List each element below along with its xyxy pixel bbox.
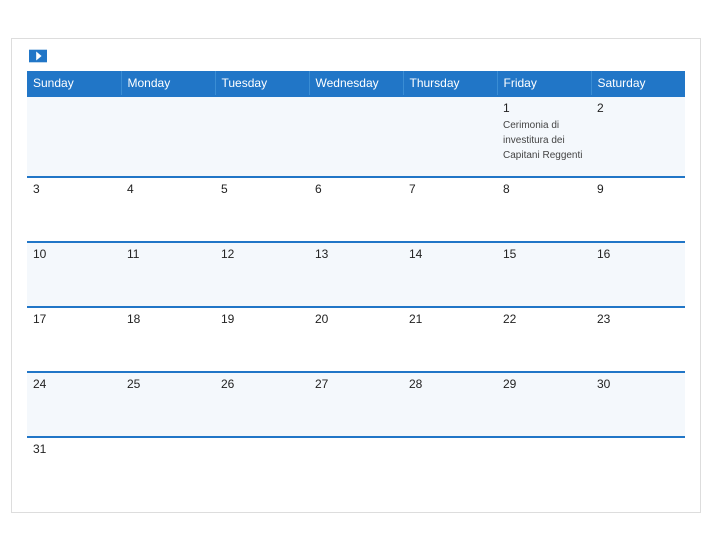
- day-number: 28: [409, 377, 491, 391]
- calendar-cell: 29: [497, 372, 591, 437]
- day-number: 21: [409, 312, 491, 326]
- day-number: 7: [409, 182, 491, 196]
- day-number: 16: [597, 247, 679, 261]
- day-number: 2: [597, 101, 679, 115]
- day-number: 17: [33, 312, 115, 326]
- day-number: 11: [127, 247, 209, 261]
- day-number: 24: [33, 377, 115, 391]
- day-number: 3: [33, 182, 115, 196]
- week-row-2: 10 11 12 13 14 15 16: [27, 242, 685, 307]
- event-text: Cerimonia di investitura dei Capitani Re…: [503, 120, 583, 161]
- calendar-cell: [497, 437, 591, 502]
- calendar-cell: 10: [27, 242, 121, 307]
- calendar-cell: [309, 437, 403, 502]
- day-number: 27: [315, 377, 397, 391]
- day-number: 4: [127, 182, 209, 196]
- logo-flag-icon: [29, 49, 47, 63]
- calendar-header: [27, 49, 685, 63]
- calendar-cell: 18: [121, 307, 215, 372]
- weekday-header-friday: Friday: [497, 71, 591, 96]
- calendar-cell: 14: [403, 242, 497, 307]
- weekday-header-tuesday: Tuesday: [215, 71, 309, 96]
- day-number: 30: [597, 377, 679, 391]
- day-number: 5: [221, 182, 303, 196]
- calendar-cell: 4: [121, 177, 215, 242]
- week-row-4: 24 25 26 27 28 29 30: [27, 372, 685, 437]
- day-number: 18: [127, 312, 209, 326]
- day-number: 25: [127, 377, 209, 391]
- day-number: 6: [315, 182, 397, 196]
- calendar-cell: [121, 96, 215, 177]
- calendar-cell: 6: [309, 177, 403, 242]
- day-number: 12: [221, 247, 303, 261]
- calendar-cell: 26: [215, 372, 309, 437]
- week-row-1: 3456789: [27, 177, 685, 242]
- weekday-header-thursday: Thursday: [403, 71, 497, 96]
- calendar-cell: [591, 437, 685, 502]
- calendar-cell: 7: [403, 177, 497, 242]
- calendar-cell: 2: [591, 96, 685, 177]
- calendar-cell: 15: [497, 242, 591, 307]
- day-number: 13: [315, 247, 397, 261]
- calendar-cell: 19: [215, 307, 309, 372]
- calendar-cell: [309, 96, 403, 177]
- day-number: 23: [597, 312, 679, 326]
- day-number: 8: [503, 182, 585, 196]
- calendar-cell: 1 Cerimonia di investitura dei Capitani R…: [497, 96, 591, 177]
- calendar-cell: [215, 437, 309, 502]
- week-row-5: 31: [27, 437, 685, 502]
- calendar-cell: 31: [27, 437, 121, 502]
- day-number: 31: [33, 442, 115, 456]
- calendar-thead: SundayMondayTuesdayWednesdayThursdayFrid…: [27, 71, 685, 96]
- calendar-cell: 20: [309, 307, 403, 372]
- calendar-container: SundayMondayTuesdayWednesdayThursdayFrid…: [11, 38, 701, 513]
- calendar-cell: 21: [403, 307, 497, 372]
- day-number: 29: [503, 377, 585, 391]
- calendar-cell: 23: [591, 307, 685, 372]
- day-number: 10: [33, 247, 115, 261]
- week-row-0: 1 Cerimonia di investitura dei Capitani R…: [27, 96, 685, 177]
- calendar-grid: SundayMondayTuesdayWednesdayThursdayFrid…: [27, 71, 685, 502]
- calendar-cell: 16: [591, 242, 685, 307]
- day-number: 15: [503, 247, 585, 261]
- calendar-cell: 24: [27, 372, 121, 437]
- weekday-header-monday: Monday: [121, 71, 215, 96]
- day-number: 26: [221, 377, 303, 391]
- calendar-cell: 3: [27, 177, 121, 242]
- calendar-cell: 9: [591, 177, 685, 242]
- day-number: 14: [409, 247, 491, 261]
- day-number: 9: [597, 182, 679, 196]
- weekday-header-saturday: Saturday: [591, 71, 685, 96]
- week-row-3: 17 18 19 20 21 22 23: [27, 307, 685, 372]
- calendar-cell: [121, 437, 215, 502]
- calendar-cell: 5: [215, 177, 309, 242]
- logo: [27, 49, 47, 63]
- day-number: 22: [503, 312, 585, 326]
- calendar-cell: [403, 437, 497, 502]
- day-number: 19: [221, 312, 303, 326]
- calendar-tbody: 1 Cerimonia di investitura dei Capitani R…: [27, 96, 685, 502]
- weekday-header-sunday: Sunday: [27, 71, 121, 96]
- weekday-header-wednesday: Wednesday: [309, 71, 403, 96]
- calendar-cell: [215, 96, 309, 177]
- calendar-cell: 13: [309, 242, 403, 307]
- calendar-cell: 22: [497, 307, 591, 372]
- day-number: 20: [315, 312, 397, 326]
- calendar-cell: 11: [121, 242, 215, 307]
- calendar-cell: 30: [591, 372, 685, 437]
- calendar-cell: [403, 96, 497, 177]
- day-number: 1: [503, 101, 585, 115]
- calendar-cell: 27: [309, 372, 403, 437]
- calendar-cell: 12: [215, 242, 309, 307]
- calendar-cell: 28: [403, 372, 497, 437]
- calendar-cell: 17: [27, 307, 121, 372]
- weekday-header-row: SundayMondayTuesdayWednesdayThursdayFrid…: [27, 71, 685, 96]
- calendar-cell: 8: [497, 177, 591, 242]
- calendar-cell: 25: [121, 372, 215, 437]
- calendar-cell: [27, 96, 121, 177]
